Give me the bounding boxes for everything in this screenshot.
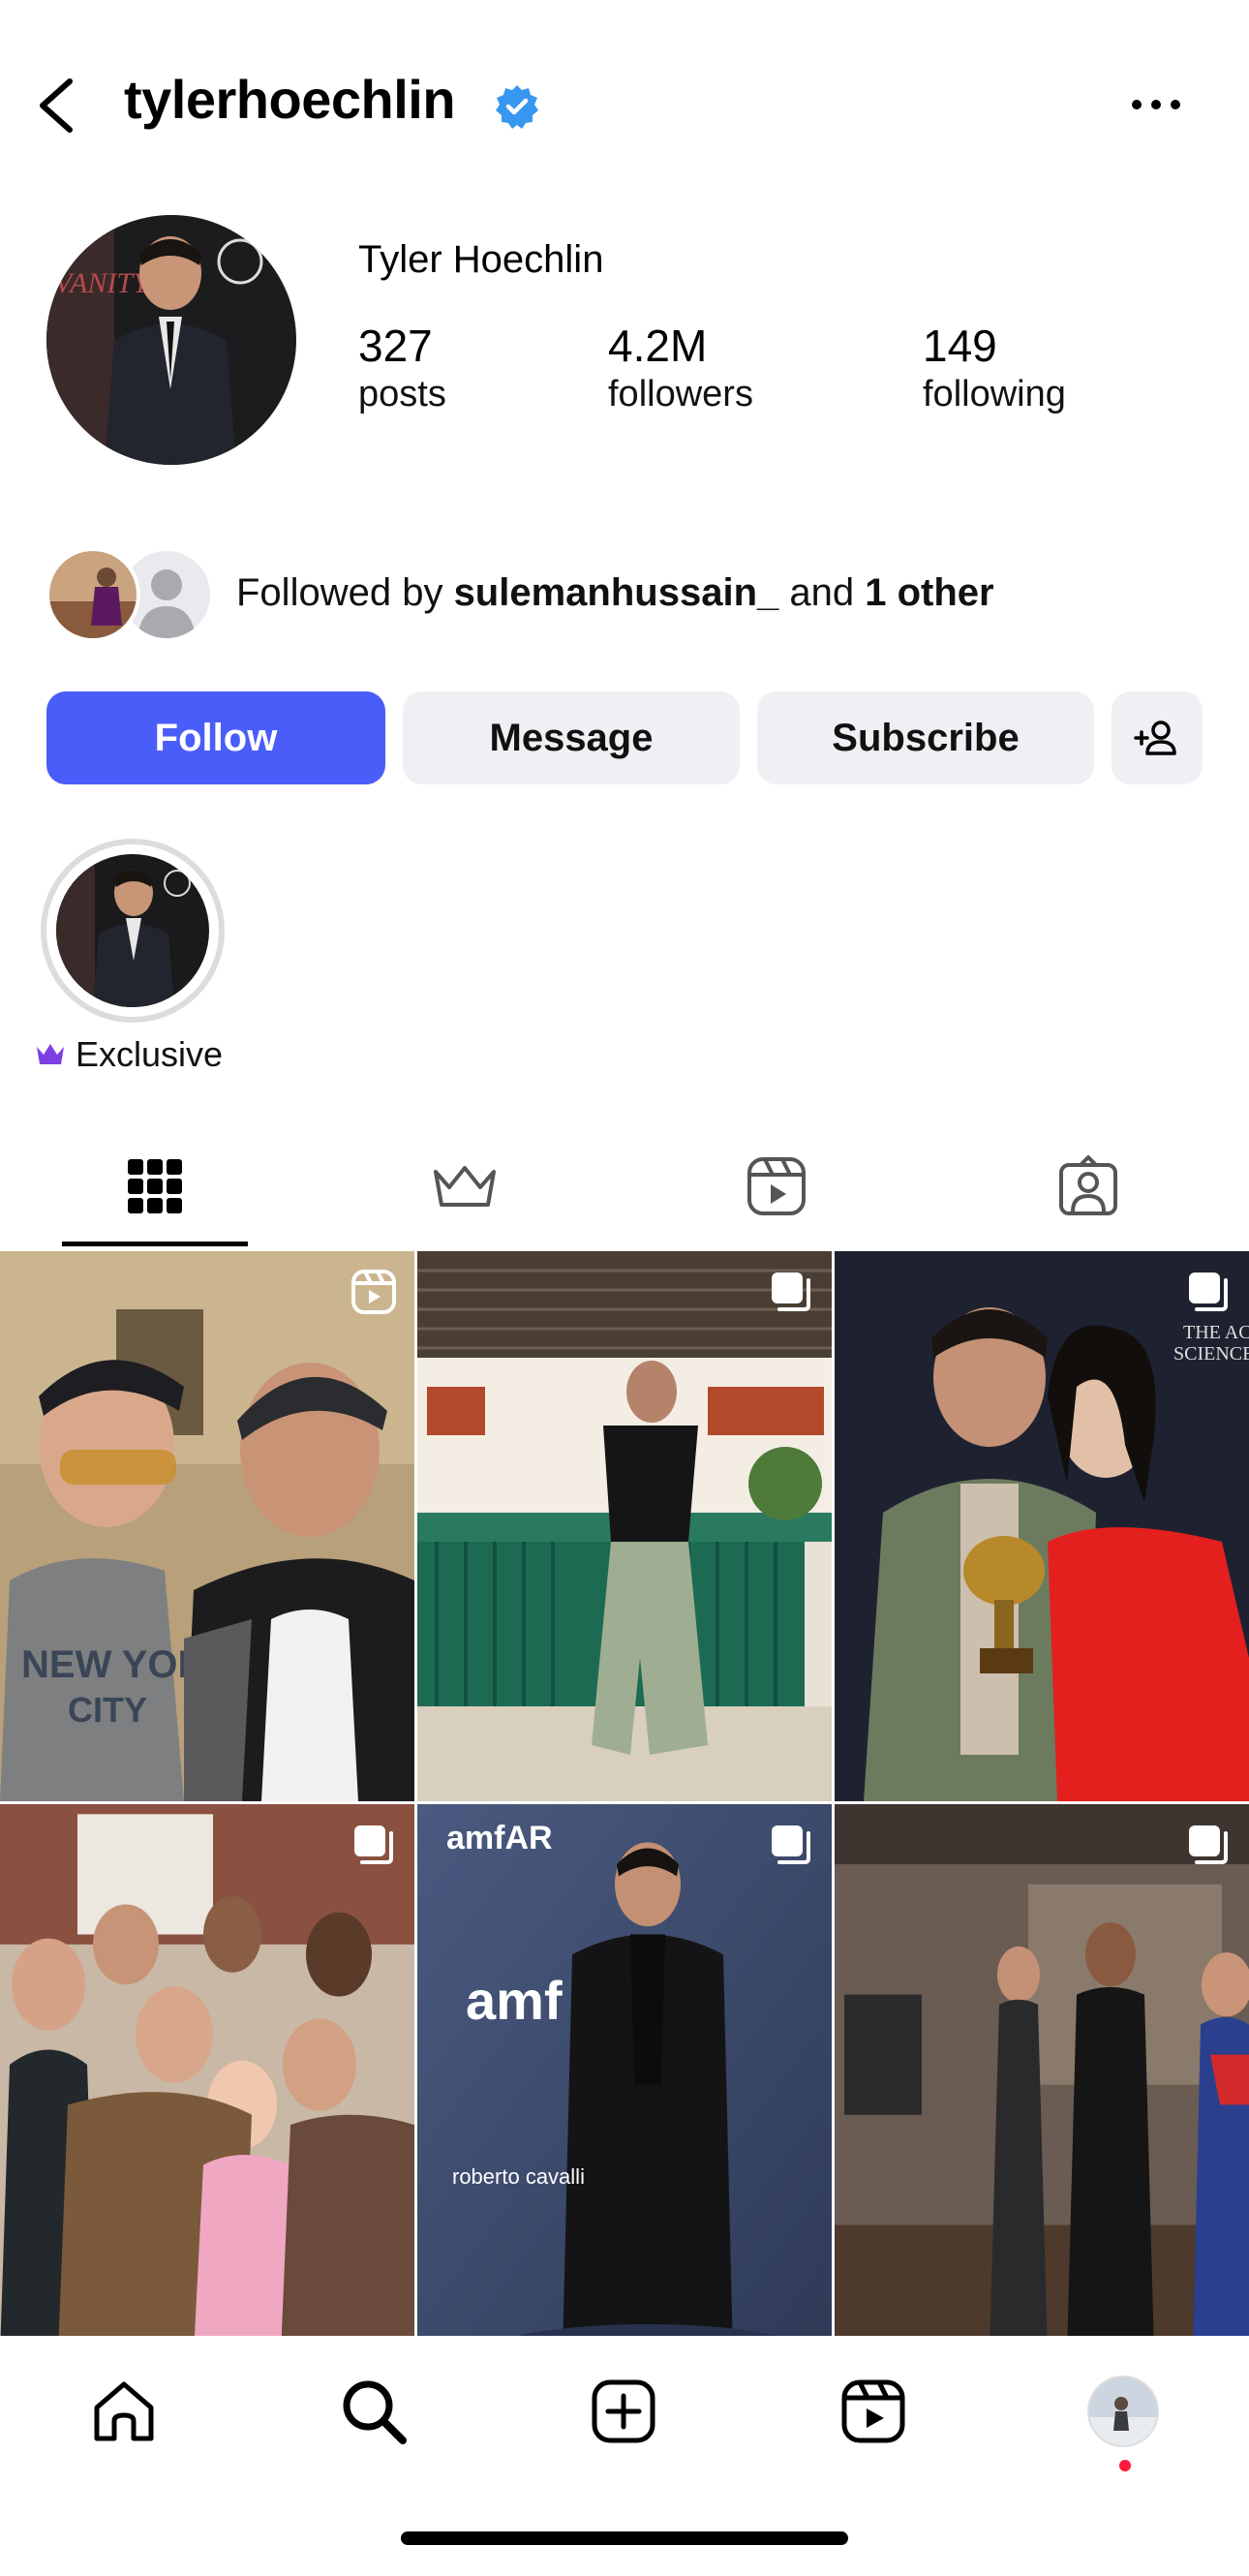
tab-posts-grid[interactable]	[0, 1123, 310, 1249]
following-count[interactable]: 149 following	[923, 320, 1066, 415]
verified-badge-icon	[494, 83, 540, 130]
grid-post[interactable]: NEW YORK CITY	[0, 1251, 414, 1801]
post-image	[417, 1804, 832, 2354]
grid-post[interactable]	[835, 1804, 1249, 2354]
posts-count[interactable]: 327 posts	[358, 320, 446, 415]
stat-value: 327	[358, 321, 433, 371]
notification-dot	[1119, 2460, 1131, 2471]
posts-grid: NEW YORK CITY THE AC SCIENCE amfAR amf r…	[0, 1251, 1249, 2354]
highlight-cover	[56, 854, 209, 1007]
post-image: NEW YORK CITY	[0, 1251, 414, 1801]
svg-text:VANITY: VANITY	[54, 267, 152, 299]
post-image	[0, 1804, 414, 2354]
add-person-icon	[1134, 721, 1176, 755]
grid-post[interactable]: THE ACAD SCIENCE F	[835, 1251, 1249, 1801]
followed-by-middle: and	[778, 571, 866, 614]
stat-value: 4.2M	[608, 321, 708, 371]
profile-avatar[interactable]: VANITY	[46, 215, 296, 465]
grid-post[interactable]	[417, 1251, 832, 1801]
story-highlight[interactable]	[41, 839, 225, 1023]
followers-count[interactable]: 4.2M followers	[608, 320, 753, 415]
stat-label: posts	[358, 374, 446, 414]
plus-square-icon	[592, 2379, 655, 2443]
tab-tagged[interactable]	[933, 1123, 1243, 1249]
home-icon	[94, 2381, 154, 2441]
tagged-person-icon	[1059, 1155, 1117, 1215]
carousel-icon	[350, 1822, 397, 1868]
followed-by-other: 1 other	[865, 571, 994, 614]
tab-exclusive[interactable]	[310, 1123, 620, 1249]
post-image	[417, 1251, 832, 1801]
carousel-icon	[1185, 1822, 1232, 1868]
nav-profile[interactable]	[1084, 2373, 1162, 2450]
suggested-accounts-button[interactable]	[1112, 691, 1203, 784]
followed-by-prefix: Followed by	[236, 571, 454, 614]
post-image	[835, 1804, 1249, 2354]
tab-reels[interactable]	[622, 1123, 931, 1249]
ellipsis-icon	[1132, 100, 1180, 109]
svg-text:SCIENCE F: SCIENCE F	[1173, 1343, 1249, 1365]
nav-search[interactable]	[335, 2373, 412, 2450]
profile-display-name: Tyler Hoechlin	[358, 238, 604, 281]
reels-icon	[747, 1157, 806, 1215]
active-tab-indicator	[62, 1242, 248, 1246]
carousel-icon	[768, 1269, 814, 1315]
sponsor-text: roberto cavalli	[452, 2164, 585, 2189]
reels-icon	[350, 1269, 397, 1315]
crown-icon	[37, 1044, 64, 1064]
nav-create[interactable]	[585, 2373, 662, 2450]
search-icon	[343, 2380, 407, 2444]
message-button[interactable]: Message	[403, 691, 740, 784]
nav-reels[interactable]	[835, 2373, 912, 2450]
svg-text:THE ACAD: THE ACAD	[1183, 1322, 1249, 1343]
crown-icon	[434, 1166, 496, 1207]
profile-header: tylerhoechlin	[0, 0, 1249, 203]
follow-button[interactable]: Follow	[46, 691, 385, 784]
home-indicator[interactable]	[401, 2531, 848, 2545]
chevron-left-icon	[40, 78, 73, 133]
profile-tabs	[0, 1123, 1249, 1249]
nav-home[interactable]	[85, 2373, 163, 2450]
highlight-title[interactable]: Exclusive	[35, 1034, 223, 1075]
reels-icon	[841, 2379, 905, 2443]
stat-value: 149	[923, 321, 997, 371]
amfar-backdrop-text: amf	[466, 1970, 563, 2031]
amfar-logo-text: amfAR	[446, 1820, 553, 1856]
stat-label: following	[923, 374, 1066, 414]
followed-by-name: sulemanhussain_	[453, 571, 779, 614]
svg-text:CITY: CITY	[68, 1690, 147, 1730]
grid-icon	[128, 1159, 182, 1213]
back-button[interactable]	[35, 76, 77, 136]
carousel-icon	[768, 1822, 814, 1868]
subscribe-button[interactable]: Subscribe	[757, 691, 1094, 784]
profile-username: tylerhoechlin	[124, 69, 456, 130]
grid-post[interactable]: amfAR amf roberto cavalli	[417, 1804, 832, 2354]
more-options-button[interactable]	[1127, 93, 1185, 116]
carousel-icon	[1185, 1269, 1232, 1315]
highlight-label-text: Exclusive	[76, 1034, 224, 1074]
profile-avatar	[1087, 2376, 1159, 2447]
followed-by-text[interactable]: Followed by sulemanhussain_ and 1 other	[236, 571, 994, 615]
mutual-followers-avatars[interactable]	[46, 547, 214, 642]
grid-post[interactable]	[0, 1804, 414, 2354]
post-image: THE ACAD SCIENCE F	[835, 1251, 1249, 1801]
stat-label: followers	[608, 374, 753, 414]
